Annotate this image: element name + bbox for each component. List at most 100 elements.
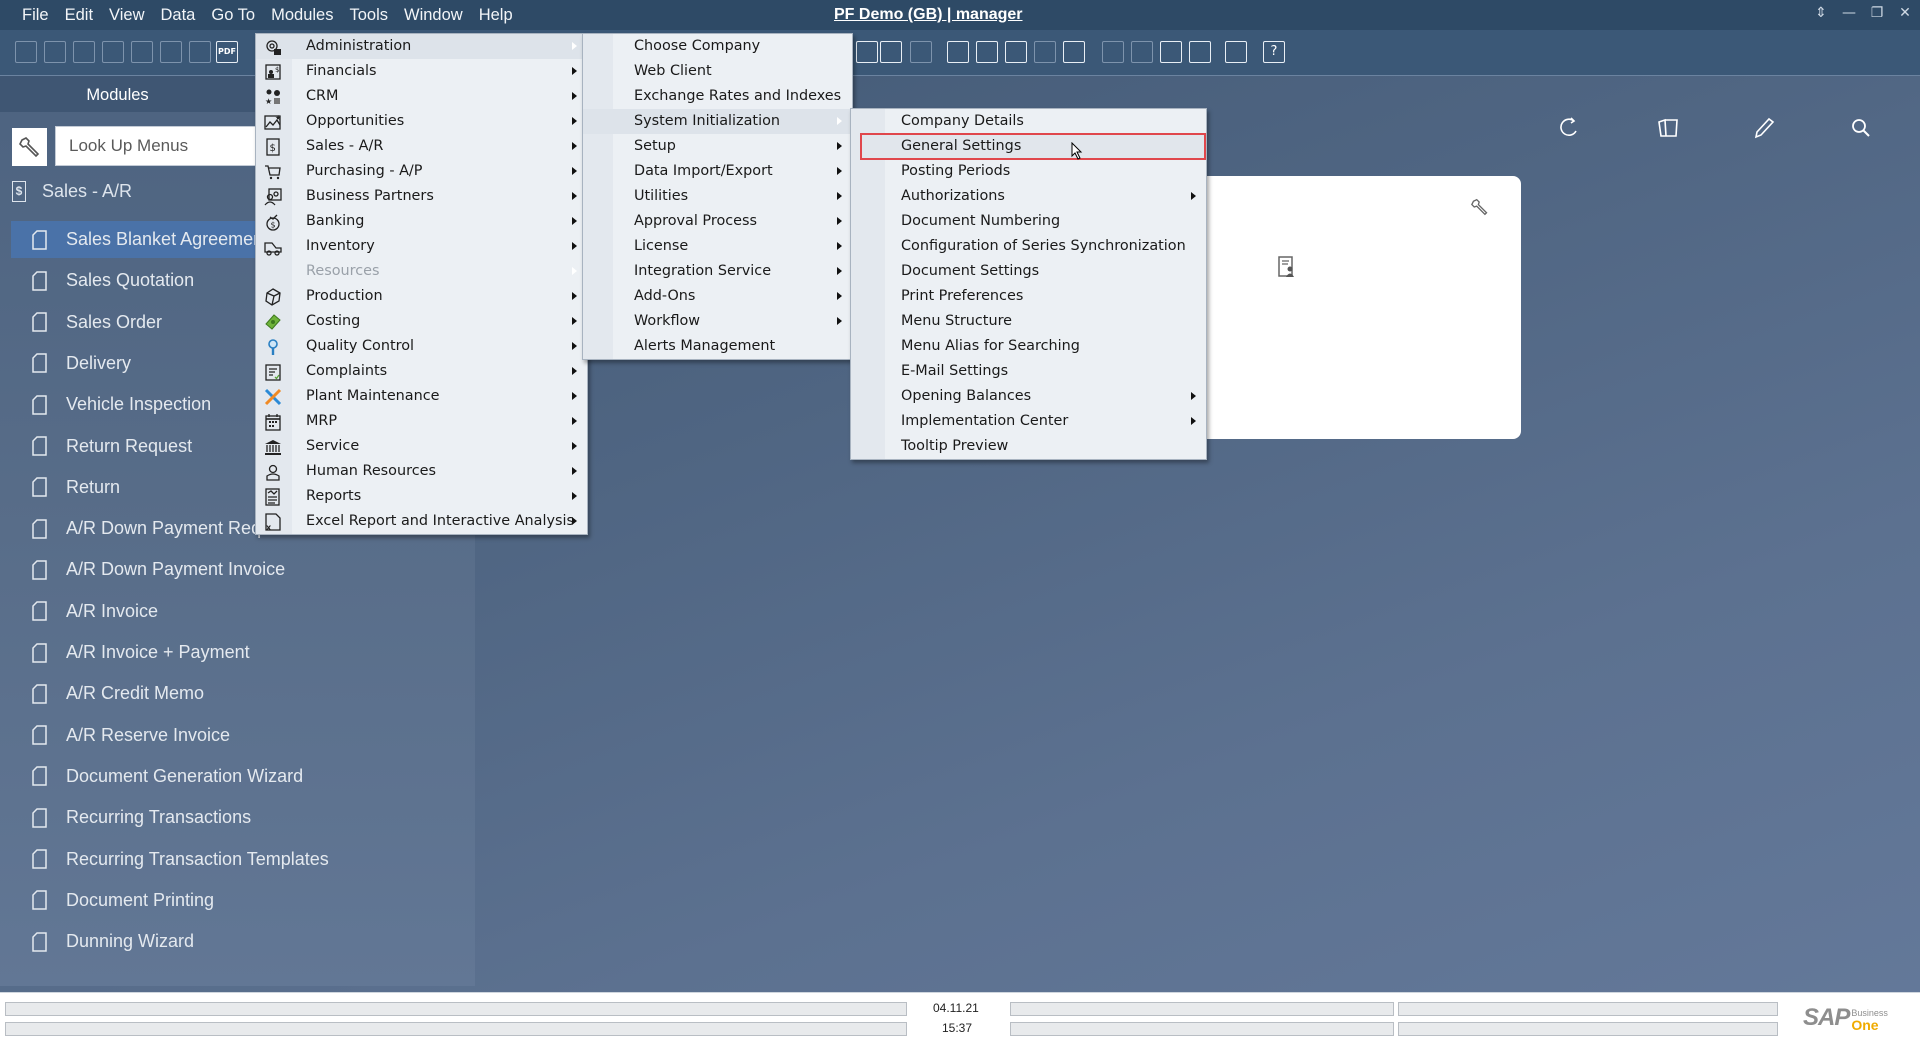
menu-item[interactable]: Utilities [583,184,852,209]
menu-item[interactable]: E-Mail Settings [851,359,1206,384]
menu-item[interactable]: Add-Ons [583,284,852,309]
menu-item[interactable]: Purchasing - A/P [256,159,587,184]
menu-item[interactable]: Web Client [583,59,852,84]
menu-goto[interactable]: Go To [203,4,263,26]
lookup-menus-input[interactable] [55,126,270,166]
menu-item[interactable]: Choose Company [583,34,852,59]
menu-file[interactable]: File [14,4,57,26]
menu-view[interactable]: View [101,4,152,26]
sidebar-item[interactable]: A/R Down Payment Invoice [11,551,475,588]
widget-settings-wrench-icon[interactable] [1471,198,1489,216]
menu-item[interactable]: Workflow [583,309,852,334]
messages-doc-icon[interactable] [102,41,124,63]
transfer-icon[interactable] [73,41,95,63]
close-icon[interactable]: ✕ [1898,5,1912,21]
excel-icon[interactable] [160,41,182,63]
menu-item[interactable]: Integration Service [583,259,852,284]
menu-item[interactable]: System Initialization [583,109,852,134]
menu-item[interactable]: Tooltip Preview [851,434,1206,459]
menu-item[interactable]: Authorizations [851,184,1206,209]
exchange-rates-icon[interactable] [1160,41,1182,63]
submenu-arrow-icon [572,117,577,125]
menu-window[interactable]: Window [396,4,471,26]
layout-icon[interactable]: ⇕ [1814,5,1828,21]
menu-item[interactable]: Menu Alias for Searching [851,334,1206,359]
menu-item[interactable]: Service [256,434,587,459]
menu-item[interactable]: Approval Process [583,209,852,234]
menu-item[interactable]: Reports [256,484,587,509]
menu-item[interactable]: Document Numbering [851,209,1206,234]
messages-icon[interactable] [880,41,902,63]
help-icon[interactable]: ? [1263,41,1285,63]
user-icon[interactable] [1063,41,1085,63]
menu-item[interactable]: Administration [256,34,587,59]
menu-item[interactable]: Business Partners [256,184,587,209]
sidebar-item[interactable]: Recurring Transactions [11,799,475,836]
menu-item[interactable]: Configuration of Series Synchronization [851,234,1206,259]
menu-item[interactable]: Posting Periods [851,159,1206,184]
menu-item-label: Quality Control [306,338,415,354]
menu-item[interactable]: Document Settings [851,259,1206,284]
refresh-icon[interactable] [1557,116,1581,140]
menu-item[interactable]: Opening Balances [851,384,1206,409]
print-icon[interactable] [44,41,66,63]
menu-item[interactable]: Setup [583,134,852,159]
sidebar-item[interactable]: Recurring Transaction Templates [11,841,475,878]
menu-edit[interactable]: Edit [57,4,101,26]
menu-item[interactable]: Print Preferences [851,284,1206,309]
menu-item[interactable]: Inventory [256,234,587,259]
menu-item[interactable]: License [583,234,852,259]
sidebar-item[interactable]: A/R Reserve Invoice [11,717,475,754]
restore-icon[interactable]: ❐ [1870,5,1884,21]
hierarchy-icon[interactable] [1034,41,1056,63]
gallery-icon[interactable] [1656,116,1680,140]
menu-item[interactable]: General Settings [851,133,1206,160]
word-icon[interactable] [189,41,211,63]
user-defined-fields-icon[interactable] [856,41,878,63]
menu-item[interactable]: $ Sales - A/R [256,134,587,159]
preview-icon[interactable] [15,41,37,63]
menu-item[interactable]: Production [256,284,587,309]
alerts-icon[interactable] [976,41,998,63]
search-icon[interactable] [1849,116,1873,140]
reply-icon[interactable] [910,41,932,63]
sidebar-item[interactable]: Document Printing [11,882,475,919]
sidebar-item[interactable]: Dunning Wizard [11,923,475,960]
menu-help[interactable]: Help [471,4,521,26]
menu-item[interactable]: Menu Structure [851,309,1206,334]
menu-item[interactable]: ★ Opportunities [256,109,587,134]
minimize-icon[interactable]: — [1842,5,1856,21]
menu-data[interactable]: Data [153,4,204,26]
dashboard-icon[interactable] [1102,41,1124,63]
window-icon[interactable] [131,41,153,63]
edit-doc-icon[interactable] [1189,41,1211,63]
approvals-icon[interactable] [947,41,969,63]
menu-item[interactable]: x Excel Report and Interactive Analysis [256,509,587,534]
menu-item[interactable]: Costing [256,309,587,334]
edit-icon[interactable] [1752,116,1776,140]
web-icon[interactable] [1225,41,1247,63]
sidebar-item[interactable]: A/R Invoice + Payment [11,634,475,671]
sidebar-item[interactable]: Document Generation Wizard [11,758,475,795]
menu-item[interactable]: ★ CRM [256,84,587,109]
menu-item[interactable]: $ Banking [256,209,587,234]
calculator-icon[interactable] [1005,41,1027,63]
menu-item[interactable]: Plant Maintenance [256,384,587,409]
menu-tools[interactable]: Tools [341,4,396,26]
menu-item[interactable]: Exchange Rates and Indexes [583,84,852,109]
menu-item[interactable]: Quality Control [256,334,587,359]
menu-item[interactable]: MRP [256,409,587,434]
menu-item[interactable]: Data Import/Export [583,159,852,184]
pdf-icon[interactable]: PDF [216,41,238,63]
widgets-icon[interactable] [1131,41,1153,63]
menu-item[interactable]: Alerts Management [583,334,852,359]
menu-modules[interactable]: Modules [263,4,341,26]
menu-item[interactable]: Complaints [256,359,587,384]
sidebar-item[interactable]: A/R Credit Memo [11,675,475,712]
menu-item[interactable]: Human Resources [256,459,587,484]
menu-item[interactable]: Company Details [851,109,1206,134]
menu-item[interactable]: Implementation Center [851,409,1206,434]
menu-item[interactable]: $ Financials [256,59,587,84]
lookup-wrench-button[interactable] [12,128,47,166]
sidebar-item[interactable]: A/R Invoice [11,593,475,630]
